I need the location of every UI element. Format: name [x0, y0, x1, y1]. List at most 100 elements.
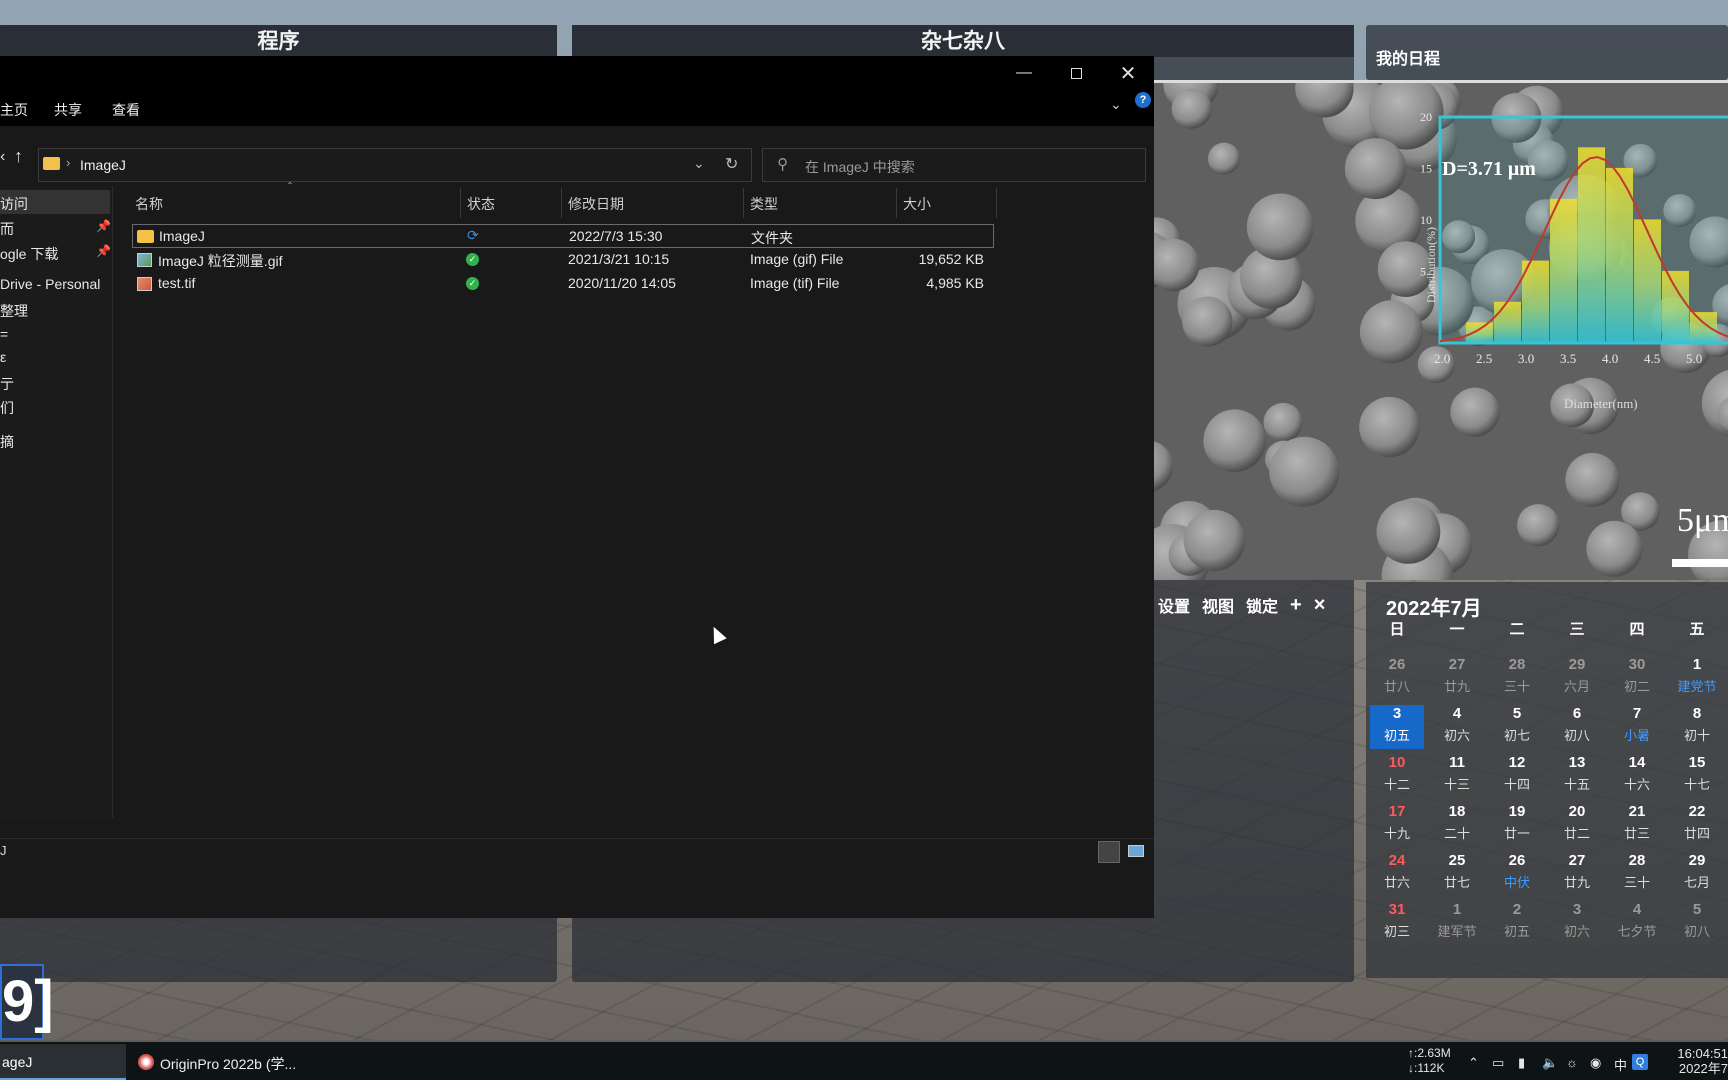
calendar-day[interactable]: 29 七月: [1670, 852, 1724, 896]
calendar-day[interactable]: 29 六月: [1550, 656, 1604, 700]
calendar-day[interactable]: 4 初六: [1430, 705, 1484, 749]
column-divider[interactable]: [561, 188, 562, 218]
lunar-date: 三十: [1623, 875, 1650, 890]
calendar-day[interactable]: 27 廿九: [1430, 656, 1484, 700]
search-app-icon[interactable]: Q: [1632, 1054, 1648, 1070]
volume-icon[interactable]: 🔈: [1542, 1055, 1558, 1071]
calendar-day[interactable]: 20 廿二: [1550, 803, 1604, 847]
help-icon[interactable]: ?: [1135, 92, 1151, 108]
search-field[interactable]: ⚲ 在 ImageJ 中搜索: [762, 148, 1146, 182]
title-bar[interactable]: [0, 56, 1154, 90]
column-divider[interactable]: [896, 188, 897, 218]
lock-button[interactable]: 锁定: [1246, 593, 1278, 617]
calendar-day[interactable]: 5 初七: [1490, 705, 1544, 749]
minimize-button[interactable]: —: [999, 56, 1049, 90]
ime-indicator[interactable]: 中: [1614, 1055, 1627, 1074]
nav-item-quick-access[interactable]: 访问: [0, 194, 28, 214]
tray-overflow-icon[interactable]: ⌃: [1468, 1055, 1479, 1071]
address-bar[interactable]: › ImageJ ⌄ ↻: [38, 148, 752, 182]
clock[interactable]: 16:04:51 2022年7: [1668, 1046, 1728, 1076]
usb-icon[interactable]: ▮: [1518, 1055, 1525, 1071]
nav-item-8[interactable]: 亍: [0, 374, 14, 394]
column-header-name[interactable]: 名称: [135, 194, 163, 214]
view-button[interactable]: 视图: [1202, 593, 1234, 617]
settings-button[interactable]: 设置: [1158, 593, 1190, 617]
details-view-icon[interactable]: [1098, 841, 1120, 863]
calendar-day[interactable]: 18 二十: [1430, 803, 1484, 847]
column-header-status[interactable]: 状态: [467, 194, 495, 214]
weekday-header: 日: [1389, 621, 1405, 638]
calendar-day[interactable]: 28 三十: [1610, 852, 1664, 896]
taskbar-item-imagej[interactable]: ageJ: [0, 1044, 126, 1080]
nav-item-9[interactable]: 们: [0, 398, 14, 418]
add-icon[interactable]: +: [1290, 594, 1302, 617]
particle: [1203, 409, 1266, 473]
calendar-day[interactable]: 6 初八: [1550, 705, 1604, 749]
file-date: 2021/3/21 10:15: [568, 251, 670, 267]
calendar-day[interactable]: 2 初五: [1490, 901, 1544, 945]
column-divider[interactable]: [460, 188, 461, 218]
calendar-day[interactable]: 24 廿六: [1370, 852, 1424, 896]
calendar-day[interactable]: 4 七夕节: [1610, 901, 1664, 945]
calendar-day[interactable]: 26 中伏: [1490, 852, 1544, 896]
tab-share[interactable]: 共享: [54, 100, 82, 120]
wechat-icon[interactable]: ◉: [1590, 1055, 1601, 1071]
nav-item-6[interactable]: =: [0, 326, 8, 342]
nav-item-organize[interactable]: 整理: [0, 301, 28, 321]
calendar-day[interactable]: 15 十七: [1670, 754, 1724, 798]
nav-item-google-downloads[interactable]: ogle 下载: [0, 244, 58, 264]
address-dropdown-icon[interactable]: ⌄: [693, 155, 705, 172]
column-divider[interactable]: [996, 188, 997, 218]
calendar-day[interactable]: 27 廿九: [1550, 852, 1604, 896]
taskbar-item-originpro[interactable]: OriginPro 2022b (学...: [160, 1054, 296, 1074]
column-header-size[interactable]: 大小: [903, 194, 931, 214]
calendar-day[interactable]: 12 十四: [1490, 754, 1544, 798]
calendar-day[interactable]: 22 廿四: [1670, 803, 1724, 847]
calendar-day[interactable]: 14 十六: [1610, 754, 1664, 798]
calendar-day[interactable]: 3 初五: [1370, 705, 1424, 749]
calendar-day[interactable]: 26 廿八: [1370, 656, 1424, 700]
nav-item-10[interactable]: 摘: [0, 432, 14, 452]
calendar-day[interactable]: 5 初八: [1670, 901, 1724, 945]
breadcrumb[interactable]: ImageJ: [80, 157, 126, 173]
calendar-day[interactable]: 17 十九: [1370, 803, 1424, 847]
file-row[interactable]: ImageJ 粒径测量.gif ✓ 2021/3/21 10:15 Image …: [132, 248, 994, 272]
calendar-day[interactable]: 11 十三: [1430, 754, 1484, 798]
calendar-day[interactable]: 30 初二: [1610, 656, 1664, 700]
nav-item-pinned-1[interactable]: 而: [0, 219, 14, 239]
calendar-day[interactable]: 1 建军节: [1430, 901, 1484, 945]
app-tray-icon[interactable]: ☼: [1566, 1055, 1578, 1070]
desktop-shortcut-fragment[interactable]: 9]: [0, 964, 54, 1040]
maximize-button[interactable]: [1051, 56, 1101, 90]
nav-item-onedrive[interactable]: Drive - Personal: [0, 276, 100, 292]
column-divider[interactable]: [743, 188, 744, 218]
calendar-day[interactable]: 19 廿一: [1490, 803, 1544, 847]
large-icons-view-icon[interactable]: [1128, 845, 1144, 857]
column-header-type[interactable]: 类型: [750, 194, 778, 214]
calendar-day[interactable]: 3 初六: [1550, 901, 1604, 945]
calendar-day[interactable]: 21 廿三: [1610, 803, 1664, 847]
day-number: 6: [1572, 705, 1582, 722]
calendar-day[interactable]: 31 初三: [1370, 901, 1424, 945]
nav-item-7[interactable]: ε: [0, 349, 6, 365]
calendar-day[interactable]: 8 初十: [1670, 705, 1724, 749]
calendar-day[interactable]: 10 十二: [1370, 754, 1424, 798]
tab-view[interactable]: 查看: [112, 100, 140, 120]
calendar-day[interactable]: 1 建党节: [1670, 656, 1724, 700]
column-header-date[interactable]: 修改日期: [568, 194, 624, 214]
up-arrow-icon[interactable]: ↑: [14, 146, 23, 167]
close-button[interactable]: ✕: [1103, 56, 1153, 90]
tab-home[interactable]: 主页: [0, 100, 28, 120]
calendar-day[interactable]: 25 廿七: [1430, 852, 1484, 896]
calendar-day[interactable]: 7 小暑: [1610, 705, 1664, 749]
calendar-day[interactable]: 13 十五: [1550, 754, 1604, 798]
histogram-ylabel: Distribution(%): [1424, 227, 1438, 303]
back-chevron-icon[interactable]: ‹: [0, 148, 5, 166]
calendar-day[interactable]: 28 三十: [1490, 656, 1544, 700]
ribbon-expand-icon[interactable]: ⌄: [1110, 96, 1122, 113]
close-icon[interactable]: ×: [1314, 594, 1326, 617]
refresh-icon[interactable]: ↻: [725, 154, 738, 174]
file-row[interactable]: ImageJ ⟳ 2022/7/3 15:30 文件夹: [132, 224, 994, 248]
display-icon[interactable]: ▭: [1492, 1055, 1504, 1071]
file-row[interactable]: test.tif ✓ 2020/11/20 14:05 Image (tif) …: [132, 272, 994, 296]
